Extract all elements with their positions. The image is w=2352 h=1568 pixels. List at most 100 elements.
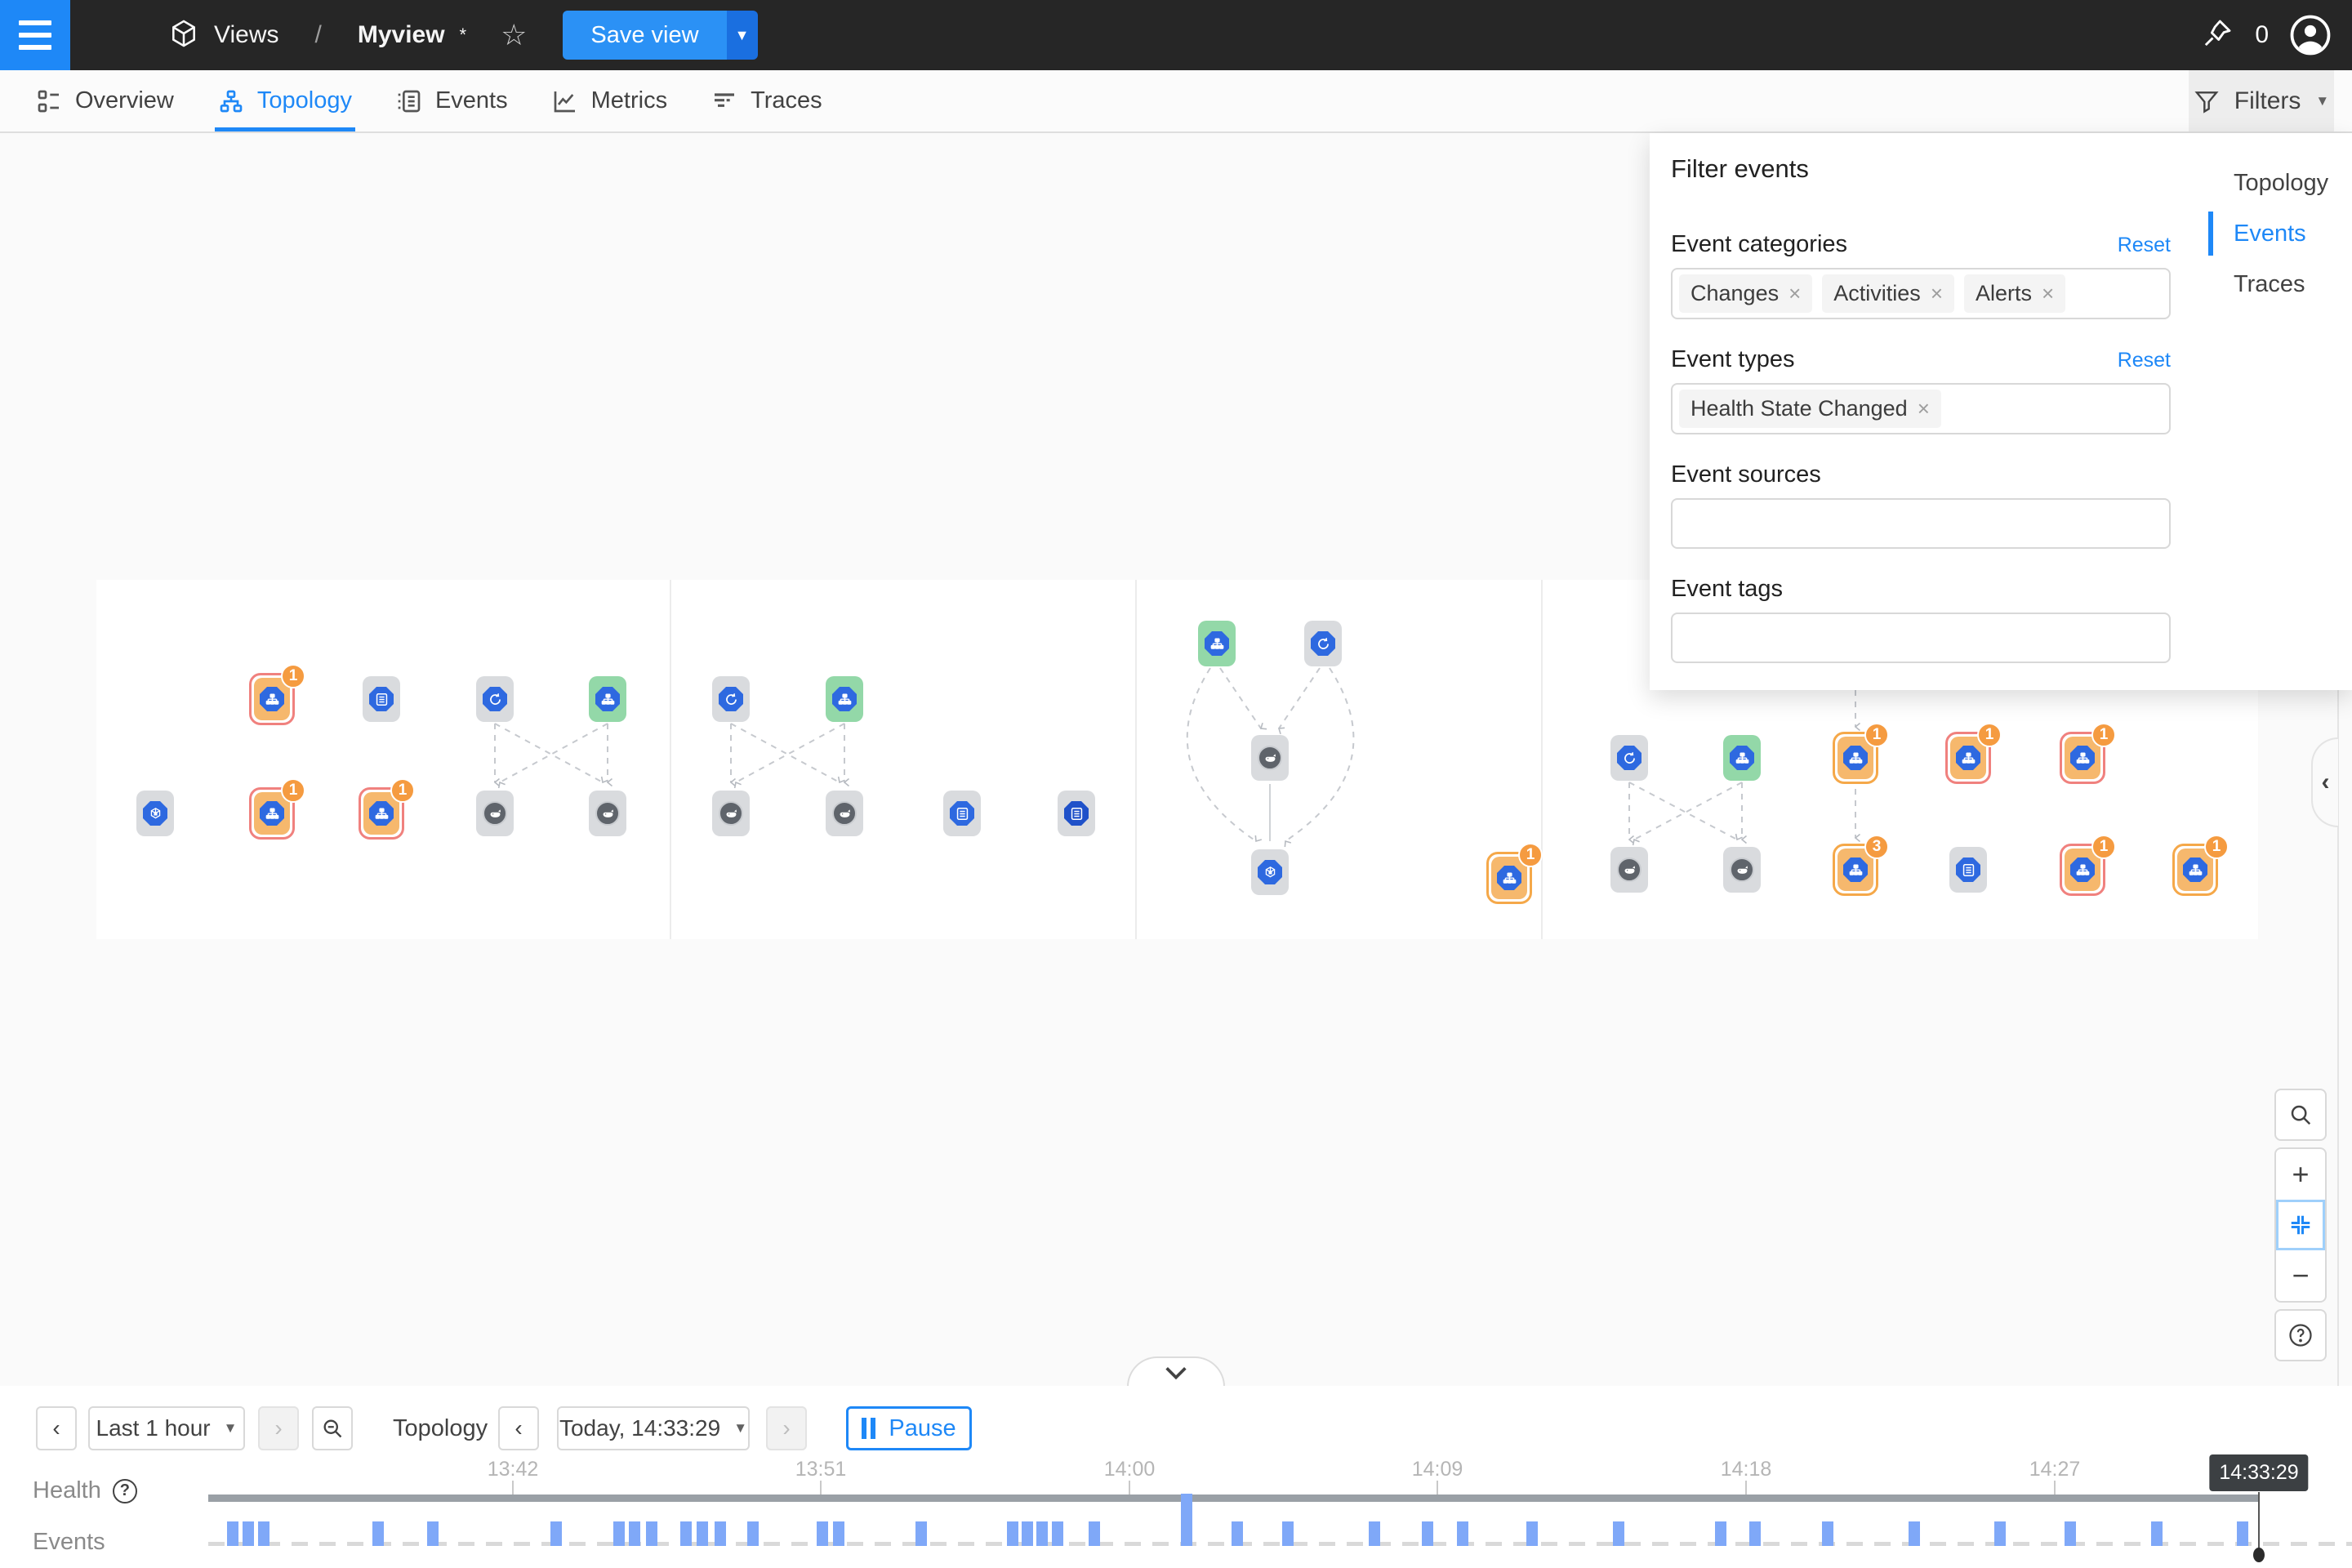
event-bar <box>817 1521 828 1546</box>
zoom-out-button[interactable]: − <box>2276 1250 2325 1301</box>
current-time-cursor-dot[interactable] <box>2253 1548 2265 1562</box>
pin-icon[interactable] <box>2201 17 2234 54</box>
topology-node[interactable]: 3 <box>1833 844 1878 896</box>
filter-funnel-icon <box>2194 88 2220 114</box>
pause-button[interactable]: Pause <box>846 1406 972 1450</box>
node-body <box>826 676 863 722</box>
time-tick-line <box>2054 1481 2056 1494</box>
event-bar <box>629 1521 640 1546</box>
breadcrumb-section[interactable]: Views <box>214 21 278 49</box>
topology-node[interactable] <box>476 791 514 836</box>
topology-node[interactable]: 1 <box>359 787 404 840</box>
fit-to-screen-button[interactable] <box>2276 1200 2325 1250</box>
time-tick-label: 13:42 <box>488 1458 539 1481</box>
timeline-zoom-out-button[interactable] <box>312 1406 353 1450</box>
time-range-dropdown[interactable]: Last 1 hour ▼ <box>88 1406 245 1450</box>
health-help-icon[interactable]: ? <box>113 1479 137 1503</box>
hamburger-menu-button[interactable] <box>0 0 70 70</box>
timeline-collapse-tab[interactable] <box>1127 1356 1225 1387</box>
topology-node[interactable] <box>136 791 174 836</box>
topology-node[interactable] <box>476 676 514 722</box>
topology-node[interactable] <box>589 676 626 722</box>
save-view-dropdown-button[interactable]: ▼ <box>727 11 758 60</box>
topology-node[interactable] <box>712 791 750 836</box>
event-sources-label: Event sources <box>1671 461 1821 488</box>
topology-node[interactable] <box>826 791 863 836</box>
topology-node[interactable] <box>712 676 750 722</box>
time-step-prev-button[interactable]: ‹ <box>498 1406 539 1450</box>
event-types-reset-link[interactable]: Reset <box>2118 349 2171 372</box>
chip-remove-icon[interactable]: × <box>1931 281 1943 306</box>
whale-icon <box>1617 858 1642 882</box>
event-bar <box>715 1521 726 1546</box>
tab-topology[interactable]: Topology <box>215 70 355 131</box>
topology-node[interactable] <box>1949 847 1987 893</box>
time-range-next-button[interactable]: › <box>258 1406 299 1450</box>
topology-node[interactable] <box>826 676 863 722</box>
user-avatar[interactable] <box>2290 15 2331 56</box>
topology-node[interactable]: 1 <box>249 673 295 725</box>
tab-overview[interactable]: Overview <box>33 70 177 131</box>
topology-node[interactable]: 1 <box>2060 732 2105 784</box>
event-sources-input[interactable] <box>1671 498 2171 549</box>
metrics-icon <box>552 88 578 114</box>
canvas-search-button[interactable] <box>2274 1089 2327 1141</box>
topology-node[interactable] <box>1723 735 1761 781</box>
time-range-prev-button[interactable]: ‹ <box>36 1406 77 1450</box>
side-tab-events[interactable]: Events <box>2234 208 2328 259</box>
topology-node[interactable] <box>1723 847 1761 893</box>
side-tab-traces[interactable]: Traces <box>2234 259 2328 310</box>
save-view-button[interactable]: Save view <box>563 11 726 60</box>
topology-node[interactable] <box>589 791 626 836</box>
event-tags-input[interactable] <box>1671 612 2171 663</box>
topology-edge <box>1279 668 1320 728</box>
chip-remove-icon[interactable]: × <box>1788 281 1801 306</box>
topology-node[interactable] <box>1610 735 1648 781</box>
topology-node[interactable] <box>363 676 400 722</box>
topology-node[interactable]: 1 <box>249 787 295 840</box>
current-time-cursor-line[interactable] <box>2258 1492 2260 1549</box>
topology-edge <box>1634 782 1742 840</box>
chip-remove-icon[interactable]: × <box>1918 396 1930 421</box>
topology-node[interactable]: 1 <box>2172 844 2218 896</box>
filter-chip[interactable]: Activities× <box>1822 274 1954 313</box>
filter-chip[interactable]: Changes× <box>1679 274 1812 313</box>
current-time-cursor-badge[interactable]: 14:33:29 <box>2209 1454 2308 1491</box>
tab-traces[interactable]: Traces <box>708 70 826 131</box>
topology-node[interactable] <box>1251 735 1289 781</box>
topology-node[interactable]: 1 <box>1833 732 1878 784</box>
node-body <box>476 676 514 722</box>
topology-node[interactable]: 1 <box>1945 732 1991 784</box>
time-step-next-button[interactable]: › <box>766 1406 807 1450</box>
pause-icon <box>862 1418 875 1439</box>
filters-button[interactable]: Filters ▼ <box>2189 70 2334 131</box>
tab-events[interactable]: Events <box>393 70 511 131</box>
topology-node[interactable]: 1 <box>2060 844 2105 896</box>
topology-node[interactable] <box>1198 621 1236 666</box>
right-drawer-handle[interactable]: ‹ <box>2311 737 2338 827</box>
side-tab-topology[interactable]: Topology <box>2234 158 2328 208</box>
event-types-input[interactable]: Health State Changed× <box>1671 383 2171 434</box>
topology-node[interactable] <box>1610 847 1648 893</box>
favorite-star-icon[interactable]: ☆ <box>501 18 527 52</box>
health-timeline-bar[interactable] <box>208 1494 2259 1502</box>
topology-node[interactable]: 1 <box>1486 852 1532 904</box>
time-tick-label: 14:18 <box>1721 1458 1772 1481</box>
tab-metrics[interactable]: Metrics <box>549 70 670 131</box>
event-categories-input[interactable]: Changes× Activities× Alerts× <box>1671 268 2171 319</box>
event-count-badge: 1 <box>2091 835 2116 859</box>
topology-node[interactable] <box>1058 791 1095 836</box>
topology-node[interactable] <box>1251 849 1289 895</box>
current-time-dropdown[interactable]: Today, 14:33:29 ▼ <box>557 1406 750 1450</box>
canvas-help-button[interactable] <box>2274 1309 2327 1361</box>
help-icon <box>2288 1323 2313 1348</box>
topology-node[interactable] <box>1304 621 1342 666</box>
events-baseline <box>208 1542 2352 1546</box>
filter-chip[interactable]: Health State Changed× <box>1679 390 1941 428</box>
event-bar <box>1822 1521 1833 1546</box>
chip-remove-icon[interactable]: × <box>2042 281 2054 306</box>
zoom-in-button[interactable]: + <box>2276 1149 2325 1200</box>
filter-chip[interactable]: Alerts× <box>1964 274 2065 313</box>
event-categories-reset-link[interactable]: Reset <box>2118 234 2171 257</box>
topology-node[interactable] <box>943 791 981 836</box>
